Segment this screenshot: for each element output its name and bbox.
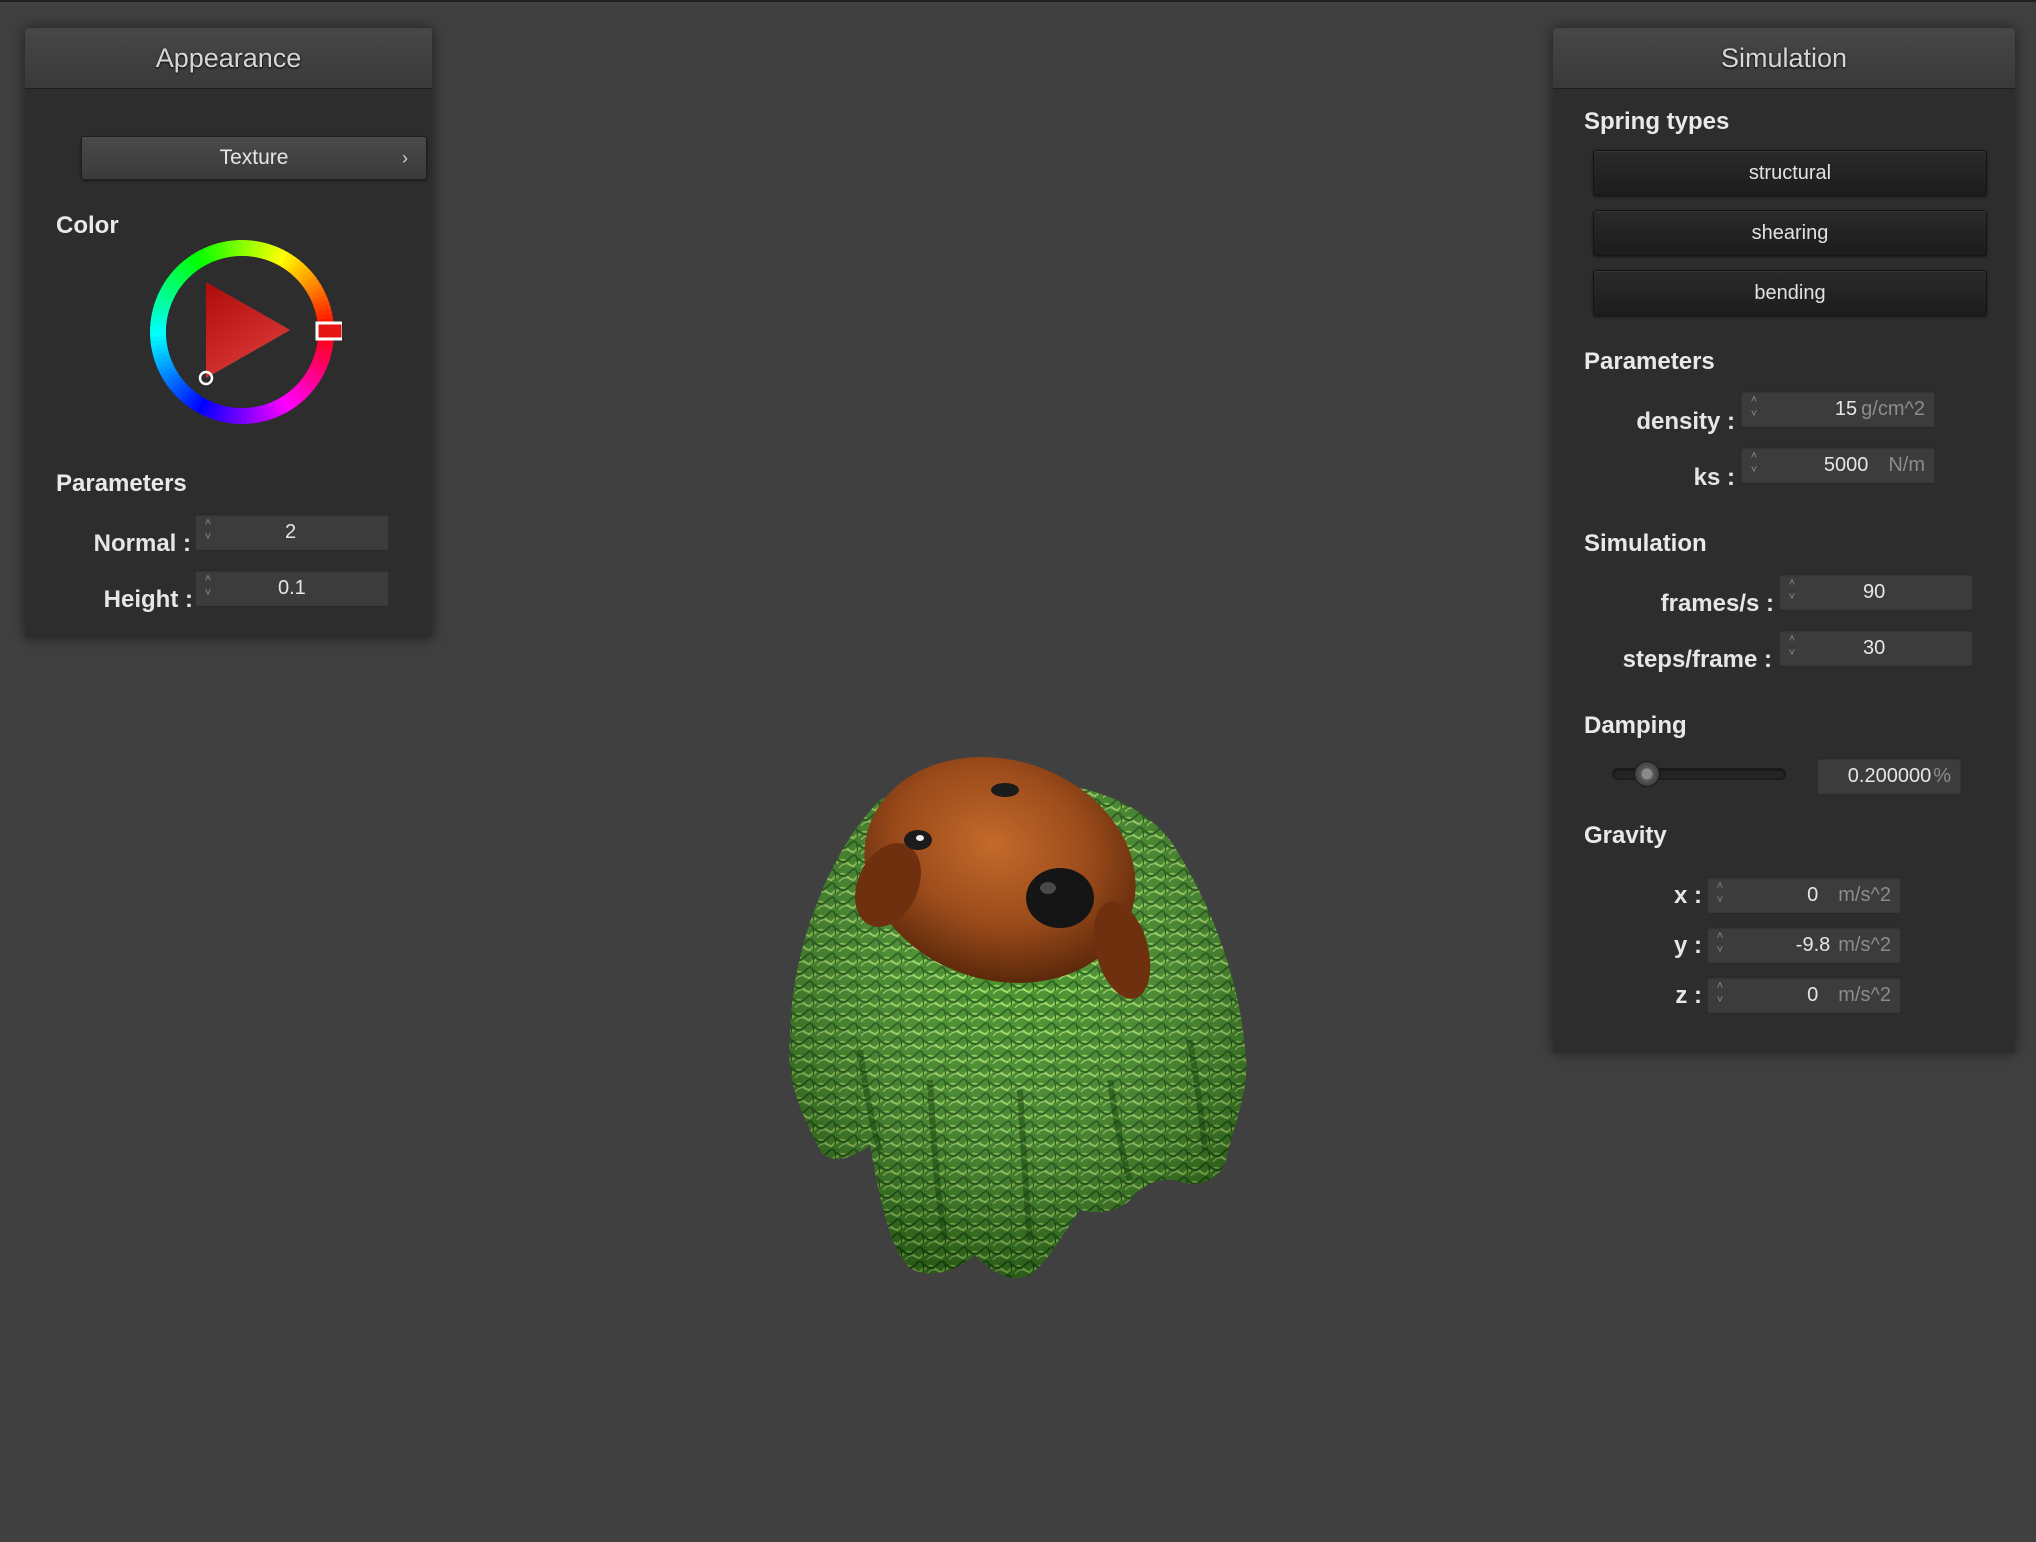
damping-unit: % xyxy=(1933,765,1951,787)
gravity-y-value: -9.8 xyxy=(1795,934,1831,956)
appearance-panel: Appearance Texture › Color Parameters No… xyxy=(25,28,432,638)
simulation-parameters-title: Parameters xyxy=(1584,348,1715,375)
ks-value: 5000 xyxy=(1823,454,1869,476)
steps-per-frame-input[interactable]: ˄ ˅ 30 xyxy=(1778,629,1974,667)
color-wheel[interactable] xyxy=(142,232,342,432)
spring-types-title: Spring types xyxy=(1584,108,1730,135)
height-value: 0.1 xyxy=(278,577,306,599)
appearance-panel-title: Appearance xyxy=(25,28,432,89)
frames-per-second-label: frames/s : xyxy=(1660,590,1774,617)
structural-spring-button[interactable]: structural xyxy=(1593,150,1987,196)
color-section-title: Color xyxy=(56,212,119,239)
normal-label: Normal : xyxy=(93,530,191,557)
damping-input[interactable]: 0.200000% xyxy=(1816,757,1962,795)
ks-input[interactable]: ˄ ˅ 5000 N/m xyxy=(1740,446,1936,484)
texture-button[interactable]: Texture › xyxy=(81,136,427,180)
damping-title: Damping xyxy=(1584,712,1687,739)
gravity-z-input[interactable]: ˄ ˅ 0 m/s^2 xyxy=(1706,976,1902,1014)
simulation-panel-title: Simulation xyxy=(1553,28,2015,89)
gravity-x-value: 0 xyxy=(1807,884,1819,906)
gravity-x-input[interactable]: ˄ ˅ 0 m/s^2 xyxy=(1706,876,1902,914)
texture-button-label: Texture xyxy=(219,146,289,169)
frames-per-second-input[interactable]: ˄ ˅ 90 xyxy=(1778,573,1974,611)
gravity-x-unit: m/s^2 xyxy=(1838,884,1891,906)
gravity-z-value: 0 xyxy=(1807,984,1819,1006)
gravity-y-unit: m/s^2 xyxy=(1838,934,1891,956)
spinner-arrows-icon[interactable]: ˄ ˅ xyxy=(1713,930,1727,960)
spinner-arrows-icon[interactable]: ˄ ˅ xyxy=(201,517,215,547)
density-unit: g/cm^2 xyxy=(1861,398,1925,420)
chevron-right-icon: › xyxy=(402,148,408,168)
simulation-section-title: Simulation xyxy=(1584,530,1707,557)
damping-slider-handle[interactable] xyxy=(1634,761,1661,787)
spinner-arrows-icon[interactable]: ˄ ˅ xyxy=(1747,394,1761,424)
density-label: density : xyxy=(1636,408,1735,435)
spinner-arrows-icon[interactable]: ˄ ˅ xyxy=(1713,880,1727,910)
normal-value: 2 xyxy=(285,521,297,543)
steps-per-frame-label: steps/frame : xyxy=(1622,646,1772,673)
gravity-x-label: x : xyxy=(1673,882,1702,909)
density-value: 15 xyxy=(1834,398,1858,420)
spinner-arrows-icon[interactable]: ˄ ˅ xyxy=(1747,450,1761,480)
spinner-arrows-icon[interactable]: ˄ ˅ xyxy=(201,573,215,603)
appearance-parameters-title: Parameters xyxy=(56,470,187,497)
height-label: Height : xyxy=(103,586,193,613)
shearing-spring-button[interactable]: shearing xyxy=(1593,210,1987,256)
gravity-y-label: y : xyxy=(1673,932,1702,959)
bending-spring-button[interactable]: bending xyxy=(1593,270,1987,316)
ks-label: ks : xyxy=(1693,464,1735,491)
simulation-panel: Simulation Spring types structural shear… xyxy=(1553,28,2015,1053)
spinner-arrows-icon[interactable]: ˄ ˅ xyxy=(1713,980,1727,1010)
steps-per-frame-value: 30 xyxy=(1863,637,1886,659)
spinner-arrows-icon[interactable]: ˄ ˅ xyxy=(1785,577,1799,607)
gravity-y-input[interactable]: ˄ ˅ -9.8 m/s^2 xyxy=(1706,926,1902,964)
ks-unit: N/m xyxy=(1888,454,1925,476)
hue-handle[interactable] xyxy=(315,321,342,341)
damping-value: 0.200000 xyxy=(1847,765,1932,787)
height-input[interactable]: ˄ ˅ 0.1 xyxy=(194,569,390,607)
frames-per-second-value: 90 xyxy=(1863,581,1886,603)
spinner-arrows-icon[interactable]: ˄ ˅ xyxy=(1785,633,1799,663)
gravity-title: Gravity xyxy=(1584,822,1667,849)
normal-input[interactable]: ˄ ˅ 2 xyxy=(194,513,390,551)
density-input[interactable]: ˄ ˅ 15 g/cm^2 xyxy=(1740,390,1936,428)
gravity-z-label: z : xyxy=(1675,982,1702,1009)
gravity-z-unit: m/s^2 xyxy=(1838,984,1891,1006)
